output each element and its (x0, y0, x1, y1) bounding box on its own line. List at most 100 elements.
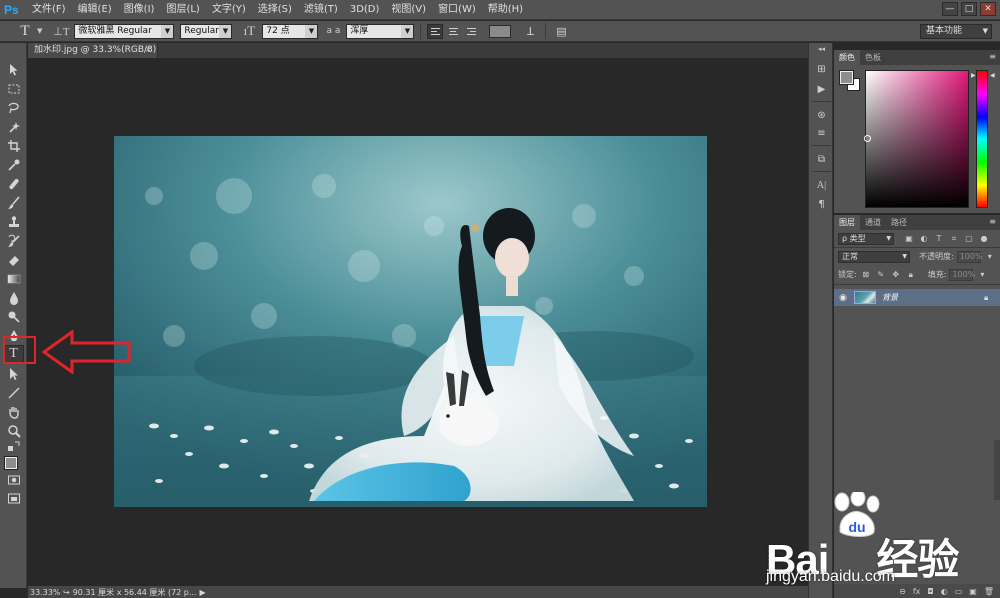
quick-mask-icon[interactable] (3, 471, 24, 489)
scroll-handle[interactable] (994, 440, 1000, 500)
paragraph-panel-icon[interactable]: ¶ (813, 196, 830, 212)
tab-swatches[interactable]: 色板 (860, 50, 886, 65)
text-orientation-icon[interactable]: ⊥T (52, 23, 70, 39)
quick-selection-tool-icon[interactable] (3, 118, 24, 136)
blur-tool-icon[interactable] (3, 289, 24, 307)
align-right-button[interactable] (463, 24, 479, 39)
text-color-swatch[interactable] (489, 24, 512, 38)
visibility-eye-icon[interactable]: ◉ (834, 293, 852, 303)
zoom-tool-icon[interactable] (3, 422, 24, 440)
share-icon[interactable]: ↪ (63, 588, 70, 597)
clone-stamp-tool-icon[interactable] (3, 213, 24, 231)
filter-toggle-icon[interactable]: ● (978, 233, 990, 245)
path-selection-tool-icon[interactable] (3, 365, 24, 383)
history-brush-tool-icon[interactable] (3, 232, 24, 250)
lock-image-icon[interactable]: ✎ (875, 269, 887, 281)
character-panel-icon[interactable]: A| (813, 177, 830, 193)
collapse-icon[interactable]: ◂◂ (813, 45, 830, 53)
move-tool-icon[interactable] (3, 61, 24, 79)
layer-thumbnail (854, 291, 876, 304)
font-family-value: 微软雅黑 Regular (78, 25, 152, 36)
foreground-background-swatch[interactable] (839, 70, 860, 91)
hue-slider[interactable] (976, 70, 988, 208)
eraser-tool-icon[interactable] (3, 251, 24, 269)
crop-tool-icon[interactable] (3, 137, 24, 155)
adjustments-panel-icon[interactable]: ⊛ (813, 107, 830, 123)
menu-help[interactable]: 帮助(H) (482, 0, 529, 20)
clone-source-panel-icon[interactable]: ⧉ (813, 151, 830, 167)
tab-paths[interactable]: 路径 (886, 215, 912, 230)
chevron-down-icon[interactable]: ▾ (976, 269, 988, 281)
dodge-tool-icon[interactable] (3, 308, 24, 326)
panel-menu-icon[interactable]: ≡ (989, 52, 996, 61)
brush-tool-icon[interactable] (3, 194, 24, 212)
hand-tool-icon[interactable] (3, 403, 24, 421)
menu-3d[interactable]: 3D(D) (344, 0, 386, 20)
fill-field[interactable]: 100% (949, 268, 975, 281)
canvas-area[interactable] (28, 58, 808, 585)
warp-text-icon[interactable]: ꓕ (521, 23, 539, 39)
adjustment-filter-icon[interactable]: ◐ (918, 233, 930, 245)
align-left-button[interactable] (427, 23, 444, 39)
layer-name[interactable]: 背景 (882, 292, 984, 303)
zoom-level[interactable]: 33.33% (28, 587, 61, 597)
font-style-select[interactable]: Regular ▼ (180, 23, 233, 39)
menu-edit[interactable]: 编辑(E) (72, 0, 118, 20)
document-tab[interactable]: 加水印.jpg @ 33.3%(RGB/8) × (28, 43, 158, 58)
character-panel-icon[interactable]: ▤ (552, 23, 570, 39)
actions-panel-icon[interactable]: ▶ (813, 81, 830, 97)
menu-view[interactable]: 视图(V) (385, 0, 432, 20)
gradient-tool-icon[interactable] (3, 270, 24, 288)
menu-file[interactable]: 文件(F) (26, 0, 72, 20)
type-filter-icon[interactable]: T (933, 233, 945, 245)
chevron-down-icon[interactable]: ▾ (984, 251, 996, 263)
eyedropper-tool-icon[interactable] (3, 156, 24, 174)
chevron-right-icon[interactable]: ▶ (200, 588, 206, 597)
lock-all-icon[interactable]: 🔒︎ (905, 269, 917, 281)
pixel-filter-icon[interactable]: ▣ (903, 233, 915, 245)
align-center-button[interactable] (445, 24, 461, 39)
tab-layers[interactable]: 图层 (834, 215, 860, 230)
screen-mode-icon[interactable] (3, 490, 24, 508)
font-family-select[interactable]: 微软雅黑 Regular ▼ (74, 23, 175, 39)
color-picker-ring[interactable] (864, 135, 871, 142)
maximize-button[interactable]: □ (961, 2, 977, 16)
photoshop-logo: Ps (4, 2, 19, 17)
history-panel-icon[interactable]: ⊞ (813, 61, 830, 77)
menu-image[interactable]: 图像(I) (118, 0, 161, 20)
tab-channels[interactable]: 通道 (860, 215, 886, 230)
chevron-down-icon[interactable]: ▼ (37, 27, 42, 35)
type-tool-preset-icon[interactable]: T (14, 23, 36, 40)
line-tool-icon[interactable] (3, 384, 24, 402)
menu-layer[interactable]: 图层(L) (160, 0, 205, 20)
layer-row[interactable]: ◉ 背景 🔒︎ (834, 289, 1000, 306)
smart-object-filter-icon[interactable]: ▢ (963, 233, 975, 245)
menu-select[interactable]: 选择(S) (252, 0, 298, 20)
anti-alias-select[interactable]: 浑厚 ▼ (346, 23, 415, 39)
menu-filter[interactable]: 滤镜(T) (298, 0, 344, 20)
styles-panel-icon[interactable]: ≡ (813, 125, 830, 141)
close-icon[interactable]: × (144, 43, 152, 58)
swap-colors-icon[interactable] (3, 441, 24, 453)
close-window-button[interactable]: ✕ (980, 2, 996, 16)
panel-menu-icon[interactable]: ≡ (989, 217, 996, 226)
menu-window[interactable]: 窗口(W) (432, 0, 482, 20)
marquee-tool-icon[interactable] (3, 80, 24, 98)
lock-position-icon[interactable]: ✥ (890, 269, 902, 281)
layer-filter-select[interactable]: ρ 类型 ▼ (838, 232, 894, 245)
blend-mode-select[interactable]: 正常 ▼ (838, 250, 910, 263)
divider (834, 247, 1000, 248)
foreground-color-swatch[interactable] (839, 70, 854, 85)
font-size-select[interactable]: 72 点 ▼ (262, 23, 319, 39)
tab-color[interactable]: 颜色 (834, 50, 860, 65)
minimize-button[interactable]: — (942, 2, 958, 16)
color-field[interactable] (864, 70, 969, 208)
lock-transparent-icon[interactable]: ⊠ (860, 269, 872, 281)
lasso-tool-icon[interactable] (3, 99, 24, 117)
workspace-select[interactable]: 基本功能 ▼ (920, 24, 992, 39)
status-bar: 33.33% ↪ 90.31 厘米 x 56.44 厘米 (72 p... ▶ (28, 586, 808, 598)
menu-type[interactable]: 文字(Y) (206, 0, 252, 20)
shape-filter-icon[interactable]: ⌗ (948, 233, 960, 245)
healing-brush-tool-icon[interactable] (3, 175, 24, 193)
opacity-field[interactable]: 100% (956, 250, 983, 263)
